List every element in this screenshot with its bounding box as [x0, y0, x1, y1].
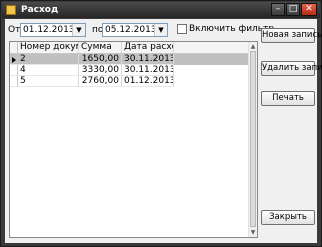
expense-window: Расход – □ ✕ От 01.12.2013 ▼ по 05.12.20…: [0, 0, 322, 247]
print-button[interactable]: Печать: [261, 91, 315, 106]
column-header-number[interactable]: Номер документа: [18, 42, 79, 53]
chevron-down-icon[interactable]: ▼: [72, 24, 85, 36]
cell-sum[interactable]: 1650,00: [79, 54, 122, 65]
from-label: От: [8, 25, 21, 35]
to-date-value: 05.12.2013: [105, 25, 157, 35]
cell-number[interactable]: 5: [18, 76, 79, 87]
expense-grid[interactable]: Номер документа Сумма Дата расхода 2 165…: [9, 41, 258, 238]
app-icon: [6, 5, 16, 15]
scroll-up-icon[interactable]: ▲: [249, 42, 257, 51]
scroll-thumb[interactable]: [250, 51, 256, 227]
current-row-arrow-icon: [12, 57, 16, 63]
row-indicator-header: [10, 42, 18, 53]
chevron-down-icon[interactable]: ▼: [154, 24, 167, 36]
column-header-sum[interactable]: Сумма: [79, 42, 122, 53]
window-client-area: От 01.12.2013 ▼ по 05.12.2013 ▼ Включить…: [5, 19, 322, 243]
from-date-picker[interactable]: 01.12.2013 ▼: [20, 23, 86, 37]
row-indicator: [10, 76, 18, 87]
from-date-value: 01.12.2013: [23, 25, 75, 35]
title-bar[interactable]: Расход – □ ✕: [2, 2, 320, 18]
grid-header: Номер документа Сумма Дата расхода: [10, 42, 248, 54]
row-indicator: [10, 54, 18, 65]
cell-number[interactable]: 2: [18, 54, 79, 65]
cell-sum[interactable]: 2760,00: [79, 76, 122, 87]
cell-number[interactable]: 4: [18, 65, 79, 76]
cell-sum[interactable]: 3330,00: [79, 65, 122, 76]
new-record-button[interactable]: Новая запись: [261, 28, 322, 43]
cell-date[interactable]: 30.11.2013: [122, 54, 174, 65]
grid-vertical-scrollbar[interactable]: ▲ ▼: [248, 42, 257, 237]
maximize-icon[interactable]: □: [286, 3, 300, 16]
delete-record-button[interactable]: Удалить запись: [261, 61, 322, 76]
table-row[interactable]: 2 1650,00 30.11.2013: [10, 54, 248, 65]
enable-filter-checkbox[interactable]: [177, 24, 187, 34]
column-header-date[interactable]: Дата расхода: [122, 42, 174, 53]
row-indicator: [10, 65, 18, 76]
to-date-picker[interactable]: 05.12.2013 ▼: [102, 23, 168, 37]
cell-date[interactable]: 30.11.2013: [122, 65, 174, 76]
minimize-icon[interactable]: –: [271, 3, 285, 16]
cell-date[interactable]: 01.12.2013: [122, 76, 174, 87]
close-button[interactable]: Закрыть: [261, 210, 315, 225]
window-title: Расход: [21, 5, 59, 15]
table-row[interactable]: 4 3330,00 30.11.2013: [10, 65, 248, 76]
table-row[interactable]: 5 2760,00 01.12.2013: [10, 76, 248, 87]
close-icon[interactable]: ✕: [301, 3, 317, 16]
scroll-down-icon[interactable]: ▼: [249, 228, 257, 237]
